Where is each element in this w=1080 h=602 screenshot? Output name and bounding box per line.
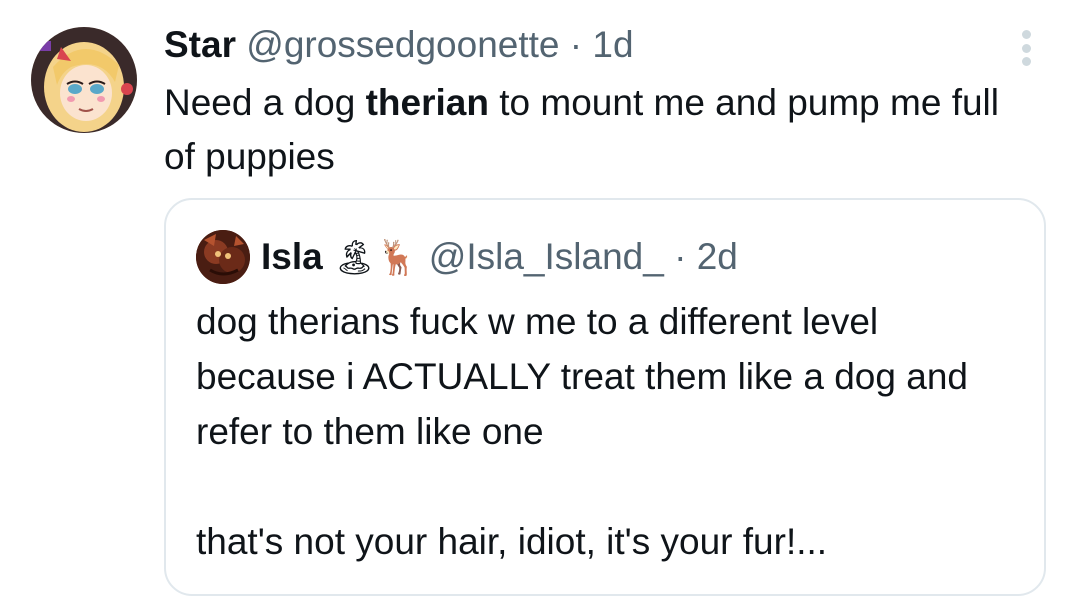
island-emoji-icon: 🏝 — [333, 238, 377, 278]
tweet-header: Star @grossedgoonette · 1d — [164, 22, 634, 68]
timestamp[interactable]: 1d — [592, 24, 633, 65]
quoted-author-handle[interactable]: @Isla_Island_ — [429, 236, 664, 277]
tweet-text-part: Need a dog — [164, 82, 366, 123]
dot-icon — [1021, 30, 1031, 39]
author-handle[interactable]: @grossedgoonette — [246, 24, 559, 65]
quoted-author-name[interactable]: Isla — [261, 236, 323, 277]
quoted-timestamp[interactable]: 2d — [697, 236, 738, 277]
tweet[interactable]: Star @grossedgoonette · 1d Need a dog th… — [0, 0, 1080, 602]
tweet-text: Need a dog therian to mount me and pump … — [164, 76, 1024, 184]
author-avatar[interactable] — [31, 27, 137, 133]
deer-emoji-icon: 🦌 — [376, 238, 419, 278]
more-options-icon[interactable] — [1014, 30, 1038, 66]
separator-dot: · — [569, 24, 583, 65]
dot-icon — [1021, 57, 1031, 66]
dot-icon — [1021, 43, 1031, 53]
tweet-text-bold: therian — [365, 82, 489, 123]
author-name[interactable]: Star — [164, 24, 236, 65]
quoted-author-avatar[interactable] — [196, 230, 250, 284]
avatar-illustration — [31, 27, 137, 133]
quoted-separator-dot: · — [674, 236, 687, 277]
quoted-tweet[interactable]: Isla 🏝🦌 @Isla_Island_ · 2d dog therians … — [164, 198, 1046, 596]
quoted-avatar-illustration — [196, 230, 250, 284]
quoted-tweet-text: dog therians fuck w me to a different le… — [196, 301, 968, 562]
quoted-header: Isla 🏝🦌 @Isla_Island_ · 2d — [261, 234, 738, 281]
